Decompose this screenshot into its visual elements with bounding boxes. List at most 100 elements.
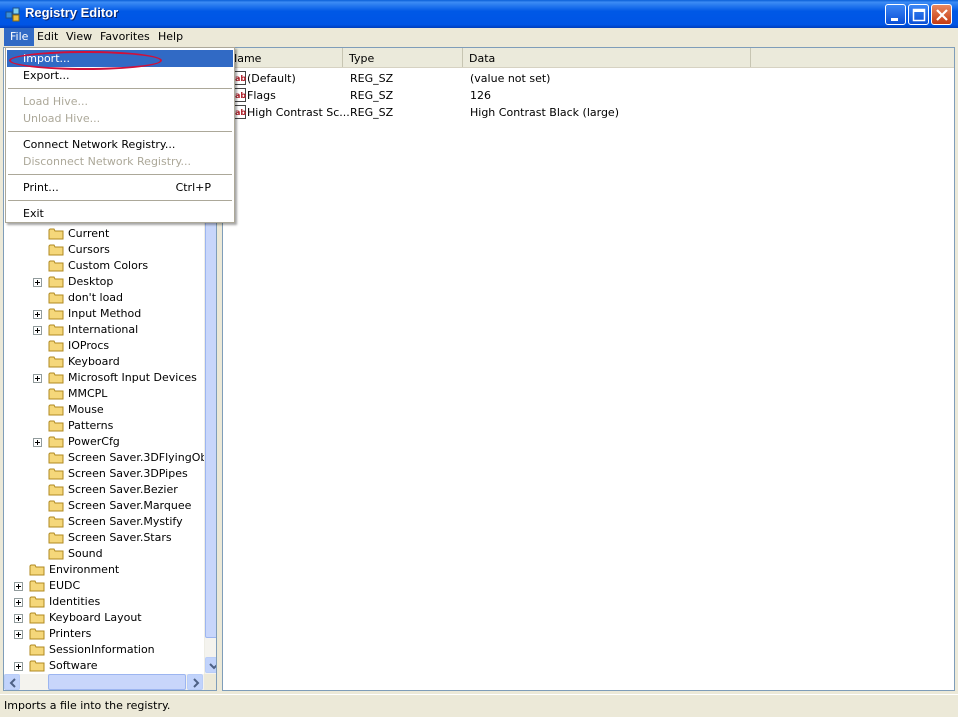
tree-item[interactable]: SessionInformation — [4, 642, 202, 658]
tree-item[interactable]: Keyboard Layout — [4, 610, 202, 626]
tree-item[interactable]: EUDC — [4, 578, 202, 594]
value-name: Flags — [247, 89, 276, 102]
tree-item-label: EUDC — [49, 579, 81, 592]
tree-item[interactable]: Software — [4, 658, 202, 674]
tree-item[interactable]: Environment — [4, 562, 202, 578]
scroll-right-button[interactable] — [187, 674, 203, 690]
tree-item[interactable]: PowerCfg — [4, 434, 202, 450]
tree-item-label: MMCPL — [68, 387, 108, 400]
menu-item-connect-network-registry[interactable]: Connect Network Registry... — [7, 136, 233, 153]
tree-item-label: International — [68, 323, 139, 336]
folder-icon — [48, 516, 64, 528]
tree-item[interactable]: Cursors — [4, 242, 202, 258]
menu-item-print[interactable]: Print... Ctrl+P — [7, 179, 233, 196]
expand-icon[interactable] — [14, 582, 23, 591]
list-item[interactable]: ab (Default) REG_SZ (value not set) — [223, 70, 954, 87]
tree-item[interactable]: Input Method — [4, 306, 202, 322]
expand-icon[interactable] — [14, 662, 23, 671]
column-data-header[interactable]: Data — [463, 48, 751, 67]
menu-item-unload-hive: Unload Hive... — [7, 110, 233, 127]
tree-item[interactable]: Screen Saver.Marquee — [4, 498, 202, 514]
tree-item[interactable]: Patterns — [4, 418, 202, 434]
chevron-down-icon — [209, 663, 216, 670]
menu-separator — [8, 88, 232, 89]
folder-icon — [48, 532, 64, 544]
value-type: REG_SZ — [350, 106, 394, 119]
scroll-left-button[interactable] — [4, 674, 20, 690]
tree-item[interactable]: Desktop — [4, 274, 202, 290]
regedit-icon — [5, 7, 20, 22]
close-button[interactable] — [931, 4, 952, 25]
hscroll-thumb[interactable] — [48, 674, 186, 690]
tree-item[interactable]: IOProcs — [4, 338, 202, 354]
tree-item-label: PowerCfg — [68, 435, 120, 448]
tree-item-label: Screen Saver.3DFlyingObj — [68, 451, 211, 464]
tree-item-label: Custom Colors — [68, 259, 149, 272]
list-item[interactable]: ab Flags REG_SZ 126 — [223, 87, 954, 104]
menu-favorites[interactable]: Favorites — [94, 28, 156, 46]
tree-item[interactable]: Keyboard — [4, 354, 202, 370]
chevron-left-icon — [9, 678, 16, 688]
tree-item[interactable]: don't load — [4, 290, 202, 306]
minimize-button[interactable] — [885, 4, 906, 25]
menu-item-export-label: Export... — [23, 69, 70, 82]
tree-item-label: Mouse — [68, 403, 104, 416]
folder-icon — [48, 404, 64, 416]
maximize-button[interactable] — [908, 4, 929, 25]
expand-icon[interactable] — [33, 374, 42, 383]
tree-horizontal-scrollbar[interactable] — [4, 674, 204, 690]
tree-item-label: Patterns — [68, 419, 114, 432]
menu-item-exit[interactable]: Exit — [7, 205, 233, 222]
tree-item[interactable]: Printers — [4, 626, 202, 642]
tree-item[interactable]: Microsoft Input Devices — [4, 370, 202, 386]
folder-icon — [29, 564, 45, 576]
tree-item-label: Printers — [49, 627, 92, 640]
tree-item[interactable]: Screen Saver.Mystify — [4, 514, 202, 530]
value-list[interactable]: Name Type Data ab (Default) REG_SZ (value n… — [222, 47, 955, 691]
scroll-thumb[interactable] — [205, 208, 216, 638]
svg-text:ab: ab — [235, 91, 246, 100]
expand-icon[interactable] — [14, 630, 23, 639]
tree-item[interactable]: Current — [4, 226, 202, 242]
expand-icon[interactable] — [14, 614, 23, 623]
menu-separator — [8, 200, 232, 201]
menu-file[interactable]: File — [4, 28, 35, 46]
minimize-icon — [891, 18, 898, 21]
tree-item[interactable]: Screen Saver.3DFlyingObj — [4, 450, 210, 466]
folder-icon — [48, 308, 64, 320]
tree-item[interactable]: MMCPL — [4, 386, 202, 402]
expand-icon[interactable] — [14, 598, 23, 607]
tree-item[interactable]: Screen Saver.Bezier — [4, 482, 202, 498]
title-bar[interactable]: Registry Editor — [0, 0, 958, 28]
tree-item[interactable]: Screen Saver.Stars — [4, 530, 202, 546]
expand-icon[interactable] — [33, 278, 42, 287]
folder-icon — [48, 468, 64, 480]
expand-icon[interactable] — [33, 326, 42, 335]
tree-item[interactable]: Sound — [4, 546, 202, 562]
tree-item-label: Screen Saver.Mystify — [68, 515, 183, 528]
tree-item[interactable]: Custom Colors — [4, 258, 202, 274]
maximize-icon — [912, 8, 926, 22]
folder-icon — [29, 612, 45, 624]
column-name-header[interactable]: Name — [223, 48, 343, 67]
tree-item-label: Keyboard Layout — [49, 611, 142, 624]
list-item[interactable]: ab High Contrast Sc... REG_SZ High Contrast… — [223, 104, 954, 121]
value-type: REG_SZ — [350, 89, 394, 102]
close-icon — [936, 9, 948, 21]
tree-item[interactable]: Mouse — [4, 402, 202, 418]
expand-icon[interactable] — [33, 438, 42, 447]
menu-item-export[interactable]: Export... — [7, 67, 233, 84]
menu-help[interactable]: Help — [152, 28, 189, 46]
tree-item-label: IOProcs — [68, 339, 110, 352]
expand-icon[interactable] — [33, 310, 42, 319]
folder-icon — [48, 484, 64, 496]
menu-view[interactable]: View — [60, 28, 98, 46]
column-type-header[interactable]: Type — [343, 48, 463, 67]
tree-item[interactable]: International — [4, 322, 202, 338]
column-header: Name Type Data — [223, 48, 954, 68]
folder-icon — [48, 260, 64, 272]
tree-item[interactable]: Screen Saver.3DPipes — [4, 466, 202, 482]
folder-icon — [29, 644, 45, 656]
tree-item[interactable]: Identities — [4, 594, 202, 610]
scroll-down-button[interactable] — [205, 657, 216, 673]
